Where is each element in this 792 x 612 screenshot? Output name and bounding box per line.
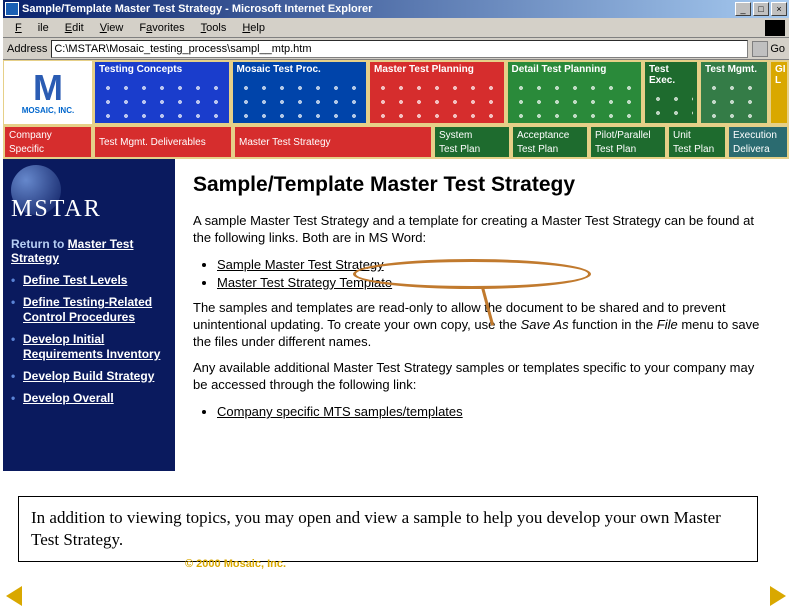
- nav2-acceptance-tp[interactable]: AcceptanceTest Plan: [511, 125, 589, 159]
- nav-row-2: CompanySpecific Test Mgmt. Deliverables …: [3, 125, 789, 159]
- menu-tools[interactable]: Tools: [193, 20, 235, 36]
- nav2-test-mgmt-deliv[interactable]: Test Mgmt. Deliverables: [93, 125, 233, 159]
- minimize-button[interactable]: _: [735, 2, 751, 16]
- forward-icon[interactable]: [770, 586, 786, 606]
- logo-icon: M: [33, 70, 63, 106]
- nav-test-mgmt[interactable]: Test Mgmt.: [699, 60, 769, 125]
- back-icon[interactable]: [6, 586, 22, 606]
- ie-icon: [5, 2, 19, 16]
- mosaic-logo: M MOSAIC, INC.: [3, 60, 93, 125]
- sidebar-item-0[interactable]: Define Test Levels: [11, 269, 167, 291]
- sidebar: MSTAR Return to Master Test Strategy Def…: [3, 159, 175, 471]
- caption-box: In addition to viewing topics, you may o…: [18, 496, 758, 562]
- address-input[interactable]: [51, 40, 748, 58]
- intro-para: A sample Master Test Strategy and a temp…: [193, 213, 771, 247]
- sidebar-item-2[interactable]: Develop Initial Requirements Inventory: [11, 328, 167, 365]
- nav-gi[interactable]: GI L: [769, 60, 789, 125]
- readonly-para: The samples and templates are read-only …: [193, 300, 771, 351]
- link-sample-mts[interactable]: Sample Master Test Strategy: [217, 257, 384, 272]
- additional-para: Any available additional Master Test Str…: [193, 360, 771, 394]
- throbber-icon: [765, 20, 785, 36]
- nav-testing-concepts[interactable]: Testing Concepts: [93, 60, 231, 125]
- nav-row-1: M MOSAIC, INC. Testing Concepts Mosaic T…: [3, 60, 789, 125]
- list-item: Company specific MTS samples/templates: [217, 404, 771, 419]
- logo-text: MOSAIC, INC.: [22, 106, 74, 115]
- go-button[interactable]: Go: [752, 41, 785, 57]
- menu-favorites[interactable]: Favorites: [131, 20, 192, 36]
- nav-detail-test-planning[interactable]: Detail Test Planning: [506, 60, 644, 125]
- mstar-brand: MSTAR: [11, 165, 167, 227]
- menu-file[interactable]: File: [7, 20, 57, 36]
- nav2-pilot-tp[interactable]: Pilot/ParallelTest Plan: [589, 125, 667, 159]
- content-area: Sample/Template Master Test Strategy A s…: [175, 159, 789, 471]
- address-bar: Address Go: [3, 38, 789, 60]
- nav-mosaic-test-proc[interactable]: Mosaic Test Proc.: [231, 60, 369, 125]
- maximize-button[interactable]: □: [753, 2, 769, 16]
- menu-edit[interactable]: Edit: [57, 20, 92, 36]
- title-bar: Sample/Template Master Test Strategy - M…: [3, 0, 789, 18]
- sidebar-item-1[interactable]: Define Testing-Related Control Procedure…: [11, 291, 167, 328]
- sidebar-item-3[interactable]: Develop Build Strategy: [11, 365, 167, 387]
- menu-help[interactable]: Help: [234, 20, 273, 36]
- nav2-system-tp[interactable]: SystemTest Plan: [433, 125, 511, 159]
- window-title: Sample/Template Master Test Strategy - M…: [22, 3, 372, 15]
- nav-master-test-planning[interactable]: Master Test Planning: [368, 60, 506, 125]
- nav2-company-specific[interactable]: CompanySpecific: [3, 125, 93, 159]
- menu-view[interactable]: View: [92, 20, 132, 36]
- address-label: Address: [7, 43, 47, 55]
- nav2-unit-tp[interactable]: UnitTest Plan: [667, 125, 727, 159]
- nav2-master-test-strategy[interactable]: Master Test Strategy: [233, 125, 433, 159]
- return-link[interactable]: Return to Master Test Strategy: [11, 237, 167, 265]
- list-item: Master Test Strategy Template: [217, 275, 771, 290]
- menu-bar: File Edit View Favorites Tools Help: [3, 18, 789, 38]
- sidebar-item-4[interactable]: Develop Overall: [11, 387, 167, 409]
- nav-test-exec[interactable]: Test Exec.: [643, 60, 699, 125]
- nav2-execution-deliv[interactable]: ExecutionDelivera: [727, 125, 789, 159]
- list-item: Sample Master Test Strategy: [217, 257, 771, 272]
- close-button[interactable]: ×: [771, 2, 787, 16]
- link-company-mts[interactable]: Company specific MTS samples/templates: [217, 404, 463, 419]
- copyright: © 2000 Mosaic, Inc.: [185, 558, 286, 570]
- page-title: Sample/Template Master Test Strategy: [193, 173, 771, 197]
- link-mts-template[interactable]: Master Test Strategy Template: [217, 275, 392, 290]
